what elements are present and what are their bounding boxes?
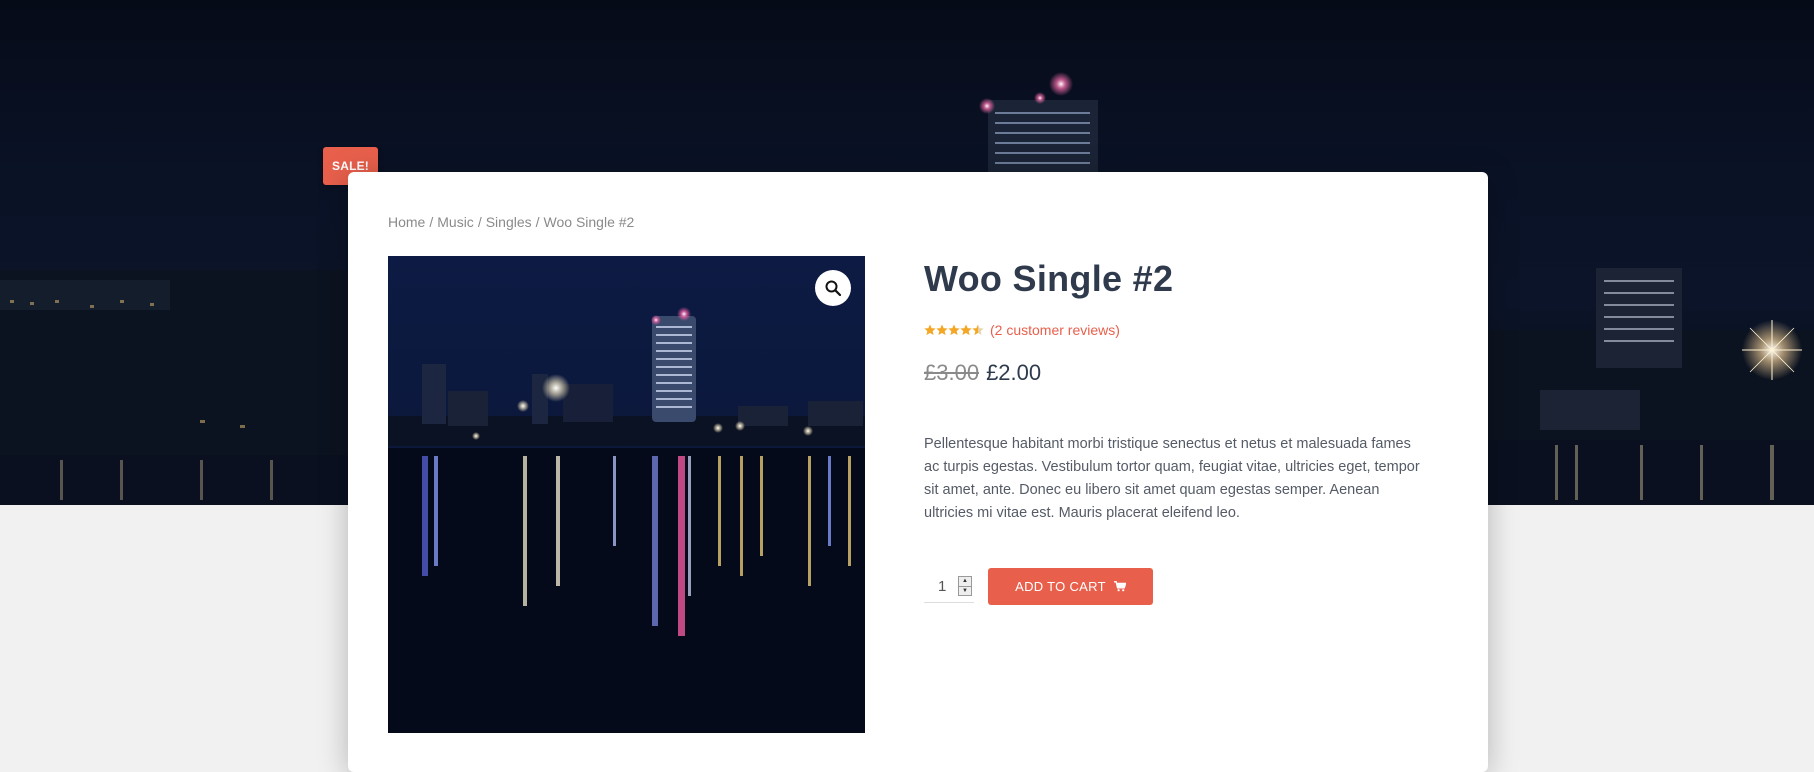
breadcrumb-separator: / — [477, 214, 482, 230]
quantity-stepper[interactable]: ▲ ▼ — [924, 570, 974, 603]
product-image[interactable] — [388, 256, 865, 733]
product-photo — [388, 256, 865, 733]
breadcrumb: Home / Music / Singles / Woo Single #2 — [388, 214, 634, 230]
breadcrumb-separator: / — [535, 214, 540, 230]
breadcrumb-current: Woo Single #2 — [543, 214, 635, 230]
star-icon — [972, 324, 984, 335]
product-title: Woo Single #2 — [924, 258, 1174, 299]
add-to-cart-label: ADD TO CART — [1015, 579, 1106, 594]
cart-icon — [1113, 581, 1126, 592]
breadcrumb-singles-link[interactable]: Singles — [486, 214, 532, 230]
zoom-button[interactable] — [815, 270, 851, 306]
star-rating — [924, 324, 984, 336]
star-icon — [948, 324, 960, 335]
customer-reviews-link[interactable]: (2 customer reviews) — [990, 322, 1120, 338]
chevron-down-icon[interactable]: ▼ — [959, 585, 971, 596]
star-icon — [924, 324, 936, 335]
product-short-description: Pellentesque habitant morbi tristique se… — [924, 435, 1420, 521]
product-card: Home / Music / Singles / Woo Single #2 W… — [348, 172, 1488, 772]
search-icon — [825, 280, 841, 296]
star-icon — [960, 324, 972, 335]
add-to-cart-form: ▲ ▼ ADD TO CART — [924, 568, 1153, 605]
add-to-cart-button[interactable]: ADD TO CART — [988, 568, 1153, 605]
chevron-up-icon[interactable]: ▲ — [959, 577, 971, 586]
breadcrumb-separator: / — [429, 214, 434, 230]
breadcrumb-home-link[interactable]: Home — [388, 214, 425, 230]
breadcrumb-music-link[interactable]: Music — [437, 214, 474, 230]
sale-price: £2.00 — [986, 360, 1042, 385]
quantity-spinner[interactable]: ▲ ▼ — [958, 576, 972, 596]
price: £3.00 £2.00 — [924, 360, 1041, 386]
rating-row: (2 customer reviews) — [924, 322, 1120, 338]
star-icon — [936, 324, 948, 335]
regular-price: £3.00 — [924, 360, 980, 385]
